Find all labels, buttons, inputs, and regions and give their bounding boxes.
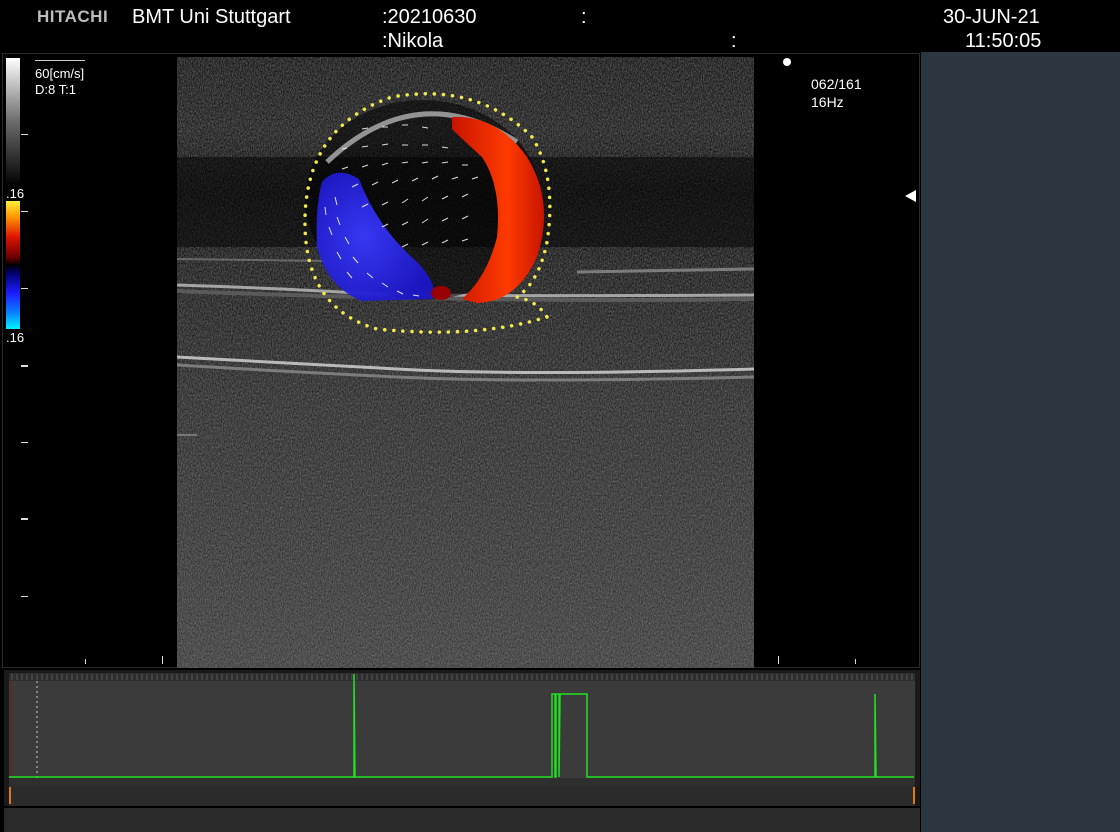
timeline-panel[interactable] [4,670,920,806]
color-scale-top: .16 [6,186,25,201]
grayscale-bar [6,58,20,186]
brand-logo: HITACHI [37,7,109,26]
depth-tick [21,596,28,597]
header: HITACHI BMT Uni Stuttgart :20210630 :Nik… [0,0,1120,52]
status-bar [4,808,920,832]
frame-rate: 16Hz [811,94,844,110]
scale-line [35,60,85,61]
depth-tick [21,288,28,289]
color-scale-bottom: .16 [6,330,25,345]
institution-name: BMT Uni Stuttgart [132,6,291,28]
depth-tick [21,442,28,443]
lateral-tick [855,659,856,664]
patient-name: :Nikola [382,30,444,52]
ultrasound-image[interactable] [177,57,754,668]
patient-id: :20210630 [382,6,477,28]
depth-tick [21,365,28,367]
triangle-left-icon [905,190,916,202]
velocity-scale-label: 60[cm/s] [35,66,85,81]
lateral-tick [162,656,163,664]
dot-icon [783,58,791,66]
frame-counter: 062/161 [811,76,862,92]
color-velocity-bar [6,201,20,329]
depth-label: D:8 T:1 [35,82,76,97]
depth-tick [21,518,28,520]
lateral-tick [85,659,86,664]
exam-time: 11:50:05 [965,30,1042,52]
separator: : [731,30,737,52]
depth-tick [21,134,28,135]
exam-date: 30-JUN-21 [943,6,1040,28]
right-panel [921,52,1120,832]
separator: : [581,6,587,28]
depth-tick [21,211,28,212]
timeline-trace[interactable] [4,670,920,806]
lateral-tick [778,656,779,664]
